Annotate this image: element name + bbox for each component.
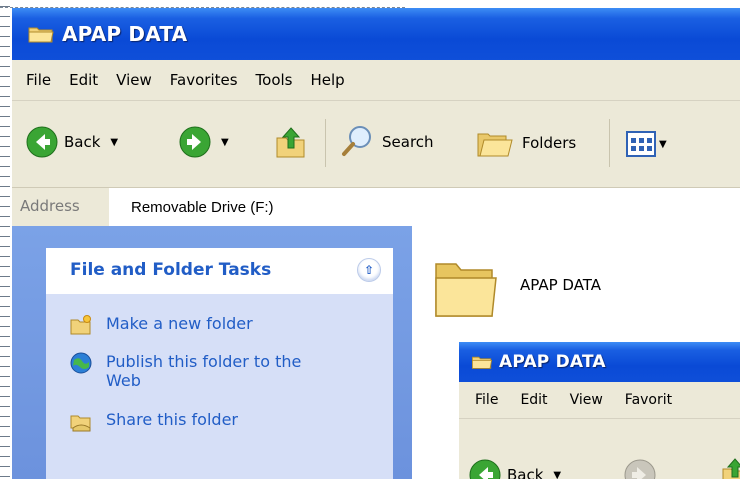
menu-bar: File Edit View Favorites Tools Help xyxy=(12,60,740,101)
toolbar: Back ▼ xyxy=(459,419,740,479)
folder-icon xyxy=(472,356,493,369)
address-value: Removable Drive (F:) xyxy=(131,199,274,216)
address-label: Address xyxy=(20,197,80,215)
menu-tools[interactable]: Tools xyxy=(256,71,293,89)
new-folder-icon xyxy=(70,315,91,335)
collapse-chevron-icon[interactable]: ⇧ xyxy=(357,258,381,282)
task-label: Share this folder xyxy=(106,410,238,429)
folders-button[interactable]: Folders xyxy=(476,126,576,160)
back-arrow-icon xyxy=(26,126,58,158)
menu-file[interactable]: File xyxy=(475,392,498,408)
title-bar[interactable]: APAP DATA xyxy=(12,8,740,60)
explorer-window: APAP DATA File Edit View Favorites Tools… xyxy=(12,8,740,479)
up-folder-icon xyxy=(722,458,740,479)
search-button[interactable]: Search xyxy=(340,124,434,160)
forward-button[interactable]: ▼ xyxy=(179,126,229,158)
up-folder-button[interactable] xyxy=(721,457,740,479)
menu-edit[interactable]: Edit xyxy=(69,71,98,89)
menu-favorites[interactable]: Favorites xyxy=(170,71,238,89)
panel-header[interactable]: File and Folder Tasks ⇧ xyxy=(46,248,393,294)
toolbar: Back ▼ ▼ Search Folders ▼ xyxy=(12,101,740,188)
toolbar-separator xyxy=(325,119,326,167)
task-label: Publish this folder to the Web xyxy=(106,352,302,390)
search-icon xyxy=(342,126,371,156)
back-dropdown-icon[interactable]: ▼ xyxy=(553,470,561,479)
task-make-new-folder[interactable]: Make a new folder xyxy=(70,314,253,336)
forward-dropdown-icon[interactable]: ▼ xyxy=(221,137,229,148)
address-field[interactable]: Removable Drive (F:) xyxy=(109,188,740,226)
large-folder-icon xyxy=(435,263,497,317)
menu-file[interactable]: File xyxy=(26,71,51,89)
back-button[interactable]: Back ▼ xyxy=(26,126,118,158)
menu-edit[interactable]: Edit xyxy=(520,392,547,408)
task-publish-web[interactable]: Publish this folder to the Web xyxy=(70,352,320,390)
share-folder-icon xyxy=(70,415,91,432)
back-label: Back xyxy=(507,466,544,479)
title-bar[interactable]: APAP DATA xyxy=(459,342,740,382)
up-folder-icon xyxy=(276,127,305,158)
task-label: Make a new folder xyxy=(106,314,253,333)
task-sidebar: File and Folder Tasks ⇧ Make a new folde… xyxy=(12,226,412,479)
menu-view[interactable]: View xyxy=(116,71,152,89)
views-button[interactable]: ▼ xyxy=(626,131,667,157)
window-title: APAP DATA xyxy=(499,352,606,372)
folders-icon xyxy=(477,133,513,157)
views-dropdown-icon[interactable]: ▼ xyxy=(659,139,667,150)
task-share-folder[interactable]: Share this folder xyxy=(70,410,238,432)
window-title: APAP DATA xyxy=(62,22,188,46)
folders-label: Folders xyxy=(522,134,577,152)
forward-arrow-icon xyxy=(624,459,656,479)
menu-favorites[interactable]: Favorit xyxy=(625,392,672,408)
back-dropdown-icon[interactable]: ▼ xyxy=(110,137,118,148)
up-folder-button[interactable] xyxy=(274,124,308,160)
back-button[interactable]: Back ▼ xyxy=(469,459,561,479)
menu-view[interactable]: View xyxy=(570,392,603,408)
back-label: Back xyxy=(64,133,101,151)
top-dotted-edge xyxy=(0,0,405,8)
back-arrow-icon xyxy=(469,459,501,479)
folder-name: APAP DATA xyxy=(520,276,602,294)
left-dotted-edge xyxy=(0,0,10,479)
forward-arrow-icon xyxy=(179,126,211,158)
toolbar-separator xyxy=(609,119,610,167)
address-bar: Address Removable Drive (F:) xyxy=(12,188,740,226)
publish-web-icon xyxy=(70,352,92,374)
panel-title: File and Folder Tasks xyxy=(70,260,272,280)
menu-help[interactable]: Help xyxy=(311,71,345,89)
search-label: Search xyxy=(382,133,434,151)
views-icon xyxy=(626,131,656,157)
second-explorer-window: APAP DATA File Edit View Favorit Back ▼ xyxy=(459,342,740,479)
forward-button[interactable] xyxy=(624,459,656,479)
file-folder-tasks-panel: File and Folder Tasks ⇧ Make a new folde… xyxy=(46,248,393,479)
folder-icon xyxy=(28,27,54,43)
menu-bar: File Edit View Favorit xyxy=(459,382,740,419)
